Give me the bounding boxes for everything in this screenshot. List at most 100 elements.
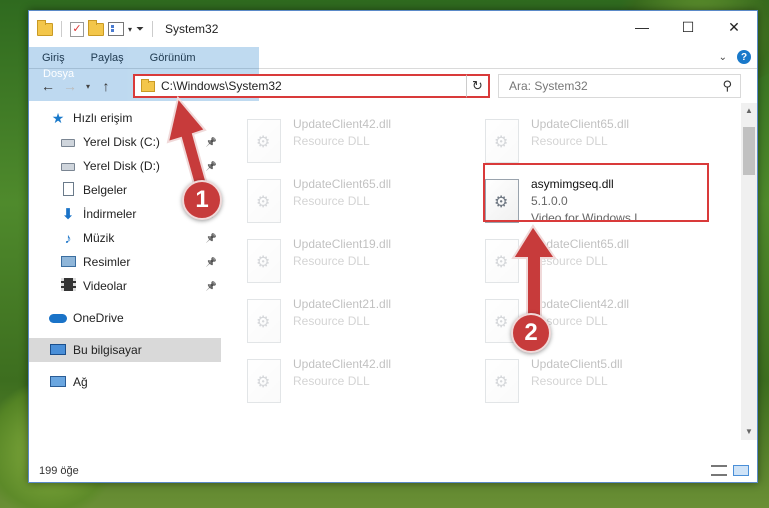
file-text: UpdateClient65.dll Resource DLL [293,177,391,229]
sidebar-item[interactable]: Resimler 📌 [29,250,221,274]
view-switcher [711,465,749,476]
forward-button[interactable]: → [59,78,81,94]
recent-locations-button[interactable]: ▾ [81,82,95,91]
file-explorer-window: ✓ ▾ ⏷ System32 — ☐ ✕ Dosya Giriş Paylaş … [28,10,758,483]
file-description: Resource DLL [293,134,370,148]
sidebar-item-label: İndirmeler [83,207,137,221]
sidebar-item-label: Bu bilgisayar [73,343,142,357]
file-description: Resource DLL [293,314,370,328]
dll-file-icon [247,239,281,283]
vertical-scrollbar[interactable]: ▲ ▼ [741,103,757,440]
window-title: System32 [165,22,219,36]
file-name: UpdateClient42.dll [293,357,392,371]
file-name: UpdateClient21.dll [293,297,392,311]
sidebar-item[interactable]: OneDrive [29,306,221,330]
dll-file-icon [247,359,281,403]
star-icon: ★ [51,109,65,126]
file-item[interactable]: UpdateClient65.dll Resource DLL [245,175,475,229]
search-icon[interactable]: ⚲ [722,78,732,94]
sidebar-item[interactable]: Videolar 📌 [29,274,221,298]
file-list: UpdateClient42.dllResource DLLUpdateClie… [245,103,737,440]
file-item[interactable]: UpdateClient19.dll Resource DLL [245,235,475,289]
file-name: UpdateClient65.dll [293,177,392,191]
sidebar-item-label: Belgeler [83,183,128,197]
close-button[interactable]: ✕ [711,11,757,43]
file-item[interactable]: UpdateClient42.dll Resource DLL [245,115,475,169]
dll-file-icon [485,359,519,403]
dll-file-icon [247,179,281,223]
file-name: UpdateClient5.dll [531,357,623,371]
file-item[interactable]: UpdateClient21.dll Resource DLL [245,295,475,349]
file-text: UpdateClient19.dll Resource DLL [293,237,391,289]
up-button[interactable]: ↑ [95,78,117,94]
item-count: 199 öğe [39,465,79,477]
maximize-button[interactable]: ☐ [665,11,711,43]
file-text: UpdateClient21.dll Resource DLL [293,297,391,349]
sidebar-item[interactable]: Ağ [29,370,221,394]
file-item[interactable]: UpdateClient5.dll Resource DLL [483,355,713,409]
new-folder-icon[interactable] [88,19,104,36]
file-text: UpdateClient5.dll Resource DLL [531,357,622,409]
file-description: Resource DLL [531,374,608,388]
downloads-icon: ⬇ [61,206,75,223]
file-item[interactable]: UpdateClient42.dll Resource DLL [245,355,475,409]
highlight-box [483,163,709,222]
minimize-button[interactable]: — [619,11,665,43]
file-text: UpdateClient65.dll Resource DLL [531,117,629,169]
file-description: Resource DLL [293,374,370,388]
navigation-bar: ← → ▾ ↑ C:\Windows\System32 ⌄ ↻ Ara: Sys… [29,69,757,103]
chevron-down-icon[interactable]: ⌄ [719,52,727,63]
sidebar-item[interactable]: ♪ Müzik 📌 [29,226,221,250]
network-icon [49,375,67,390]
sidebar-item-label: Yerel Disk (C:) [83,135,160,149]
status-bar: 199 öğe [29,460,757,482]
search-input[interactable]: Ara: System32 ⚲ [498,74,741,98]
content-area: ★ Hızlı erişim Yerel Disk (C:) 📌 Yerel Disk … [29,103,757,440]
file-name: UpdateClient65.dll [531,117,630,131]
scrollbar-thumb[interactable] [743,127,755,175]
file-text: UpdateClient42.dll Resource DLL [293,357,391,409]
customize-toolbar-icon[interactable]: ▾ [128,25,132,34]
step-2-badge: 2 [511,313,551,353]
sidebar-item-label: Müzik [83,231,115,245]
pin-icon: 📌 [205,256,217,267]
file-description: Resource DLL [293,254,370,268]
sidebar-item-label: Hızlı erişim [73,111,133,125]
drive-icon [59,135,77,150]
documents-icon [59,181,77,199]
file-name: UpdateClient42.dll [293,117,392,131]
scroll-up-icon[interactable]: ▲ [741,103,757,119]
pin-icon: 📌 [205,280,217,291]
back-button[interactable]: ← [37,78,59,94]
customize-dropdown-icon[interactable]: ⏷ [136,24,144,35]
details-view-icon[interactable] [711,465,727,476]
ribbon-right-controls: ⌄ ? [719,50,751,64]
quick-access-toolbar: ✓ ▾ ⏷ [29,19,157,37]
pictures-icon [59,255,77,270]
file-item[interactable]: UpdateClient65.dll Resource DLL [483,115,713,169]
pin-icon: 📌 [205,232,217,243]
folder-icon [141,78,155,92]
file-name: UpdateClient19.dll [293,237,392,251]
dll-file-icon [247,119,281,163]
dll-file-icon [247,299,281,343]
sidebar-item[interactable]: Bu bilgisayar [29,338,221,362]
music-icon: ♪ [64,230,72,246]
sidebar-item-label: Yerel Disk (D:) [83,159,160,173]
toolbar-separator [61,21,62,37]
help-icon[interactable]: ? [737,50,751,64]
properties-icon[interactable] [108,22,124,36]
scroll-down-icon[interactable]: ▼ [741,424,757,440]
step-1-badge: 1 [182,180,222,220]
videos-icon [59,278,77,294]
refresh-button[interactable]: ↻ [466,74,490,98]
ribbon-tabs: Dosya Giriş Paylaş Görünüm ⌄ ? [29,47,757,101]
properties-check-icon[interactable]: ✓ [70,21,84,37]
window-controls: — ☐ ✕ [619,11,757,43]
computer-icon [49,343,67,358]
sidebar-item-label: Resimler [83,255,131,269]
file-description: Resource DLL [531,134,608,148]
file-text: UpdateClient42.dll Resource DLL [293,117,391,169]
folder-icon [37,19,53,36]
large-icons-view-icon[interactable] [733,465,749,476]
